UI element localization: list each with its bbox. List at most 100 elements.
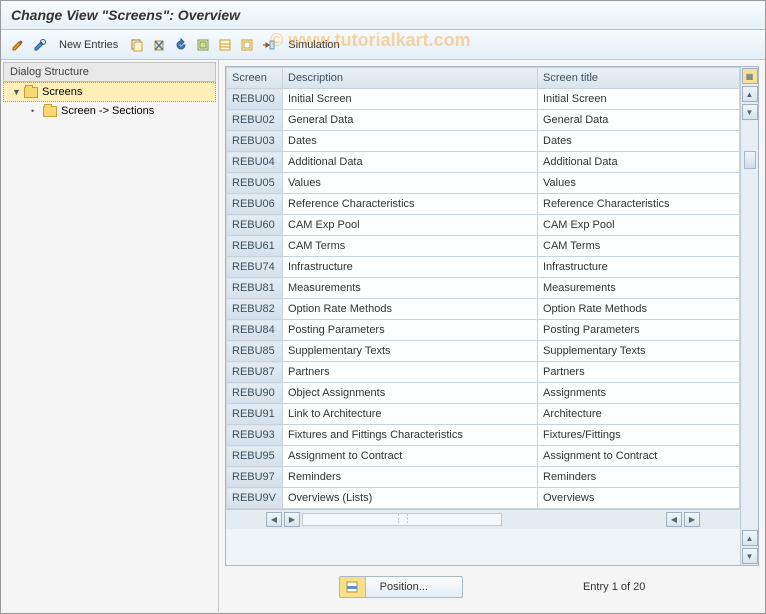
cell-description[interactable]: Reference Characteristics <box>283 194 538 215</box>
cell-description[interactable]: Partners <box>283 362 538 383</box>
tree-node-screen-sections[interactable]: • Screen -> Sections <box>3 102 216 120</box>
cell-description[interactable]: Additional Data <box>283 152 538 173</box>
table-row[interactable]: REBU81MeasurementsMeasurements <box>227 278 740 299</box>
table-row[interactable]: REBU00Initial ScreenInitial Screen <box>227 89 740 110</box>
cell-screen[interactable]: REBU85 <box>227 341 283 362</box>
table-row[interactable]: REBU85Supplementary TextsSupplementary T… <box>227 341 740 362</box>
cell-screen[interactable]: REBU05 <box>227 173 283 194</box>
scroll-up2-icon[interactable]: ▲ <box>742 530 758 546</box>
position-button[interactable]: Position... <box>339 576 463 598</box>
cell-screen[interactable]: REBU02 <box>227 110 283 131</box>
cell-description[interactable]: CAM Exp Pool <box>283 215 538 236</box>
cell-screen[interactable]: REBU04 <box>227 152 283 173</box>
scroll-first-icon[interactable]: ◀ <box>266 512 282 527</box>
table-row[interactable]: REBU02General DataGeneral Data <box>227 110 740 131</box>
cell-title[interactable]: CAM Exp Pool <box>538 215 740 236</box>
table-row[interactable]: REBU82Option Rate MethodsOption Rate Met… <box>227 299 740 320</box>
vscroll-thumb[interactable] <box>744 151 756 169</box>
cell-screen[interactable]: REBU74 <box>227 257 283 278</box>
cell-screen[interactable]: REBU81 <box>227 278 283 299</box>
scroll-last-icon[interactable]: ▶ <box>684 512 700 527</box>
table-row[interactable]: REBU74InfrastructureInfrastructure <box>227 257 740 278</box>
table-row[interactable]: REBU05ValuesValues <box>227 173 740 194</box>
cell-description[interactable]: Measurements <box>283 278 538 299</box>
cell-title[interactable]: Reference Characteristics <box>538 194 740 215</box>
select-block-icon[interactable] <box>216 36 234 54</box>
select-all-icon[interactable] <box>194 36 212 54</box>
cell-title[interactable]: Measurements <box>538 278 740 299</box>
cell-title[interactable]: Values <box>538 173 740 194</box>
scroll-down-icon[interactable]: ▼ <box>742 104 758 120</box>
deselect-all-icon[interactable] <box>238 36 256 54</box>
table-row[interactable]: REBU93Fixtures and Fittings Characterist… <box>227 425 740 446</box>
cell-description[interactable]: Infrastructure <box>283 257 538 278</box>
cell-description[interactable]: General Data <box>283 110 538 131</box>
col-header-screen-title[interactable]: Screen title <box>538 68 740 89</box>
table-row[interactable]: REBU60CAM Exp PoolCAM Exp Pool <box>227 215 740 236</box>
cell-screen[interactable]: REBU84 <box>227 320 283 341</box>
cell-description[interactable]: Object Assignments <box>283 383 538 404</box>
scroll-up-icon[interactable]: ▲ <box>742 86 758 102</box>
cell-screen[interactable]: REBU61 <box>227 236 283 257</box>
copy-as-icon[interactable] <box>128 36 146 54</box>
cell-screen[interactable]: REBU06 <box>227 194 283 215</box>
cell-description[interactable]: Link to Architecture <box>283 404 538 425</box>
cell-title[interactable]: Assignments <box>538 383 740 404</box>
cell-screen[interactable]: REBU60 <box>227 215 283 236</box>
simulation-button[interactable]: Simulation <box>288 39 339 51</box>
cell-title[interactable]: Infrastructure <box>538 257 740 278</box>
table-row[interactable]: REBU84Posting ParametersPosting Paramete… <box>227 320 740 341</box>
tree-node-screens[interactable]: ▼ Screens <box>3 82 216 102</box>
cell-screen[interactable]: REBU95 <box>227 446 283 467</box>
cell-title[interactable]: Assignment to Contract <box>538 446 740 467</box>
cell-screen[interactable]: REBU82 <box>227 299 283 320</box>
cell-screen[interactable]: REBU03 <box>227 131 283 152</box>
find-entry-icon[interactable] <box>31 36 49 54</box>
cell-description[interactable]: Fixtures and Fittings Characteristics <box>283 425 538 446</box>
col-header-description[interactable]: Description <box>283 68 538 89</box>
delete-icon[interactable] <box>150 36 168 54</box>
cell-description[interactable]: Assignment to Contract <box>283 446 538 467</box>
cell-title[interactable]: Architecture <box>538 404 740 425</box>
scroll-right-icon[interactable]: ◀ <box>666 512 682 527</box>
table-row[interactable]: REBU61CAM TermsCAM Terms <box>227 236 740 257</box>
table-row[interactable]: REBU87PartnersPartners <box>227 362 740 383</box>
undo-change-icon[interactable] <box>172 36 190 54</box>
table-row[interactable]: REBU03DatesDates <box>227 131 740 152</box>
col-header-screen[interactable]: Screen <box>227 68 283 89</box>
table-row[interactable]: REBU04Additional DataAdditional Data <box>227 152 740 173</box>
configure-icon[interactable] <box>260 36 278 54</box>
cell-description[interactable]: Option Rate Methods <box>283 299 538 320</box>
cell-title[interactable]: Additional Data <box>538 152 740 173</box>
cell-title[interactable]: Dates <box>538 131 740 152</box>
cell-title[interactable]: Overviews <box>538 488 740 509</box>
scroll-down2-icon[interactable]: ▼ <box>742 548 758 564</box>
screens-table[interactable]: Screen Description Screen title REBU00In… <box>226 67 740 509</box>
cell-title[interactable]: Supplementary Texts <box>538 341 740 362</box>
cell-title[interactable]: Partners <box>538 362 740 383</box>
table-row[interactable]: REBU90Object AssignmentsAssignments <box>227 383 740 404</box>
cell-description[interactable]: Posting Parameters <box>283 320 538 341</box>
vscroll-track[interactable] <box>743 121 757 529</box>
hscroll-track[interactable] <box>302 513 502 526</box>
cell-screen[interactable]: REBU90 <box>227 383 283 404</box>
cell-title[interactable]: General Data <box>538 110 740 131</box>
cell-description[interactable]: Initial Screen <box>283 89 538 110</box>
table-row[interactable]: REBU97RemindersReminders <box>227 467 740 488</box>
cell-screen[interactable]: REBU91 <box>227 404 283 425</box>
table-settings-icon[interactable]: ▦ <box>742 68 758 84</box>
cell-description[interactable]: Dates <box>283 131 538 152</box>
table-row[interactable]: REBU06Reference CharacteristicsReference… <box>227 194 740 215</box>
cell-description[interactable]: Supplementary Texts <box>283 341 538 362</box>
table-row[interactable]: REBU91Link to ArchitectureArchitecture <box>227 404 740 425</box>
cell-screen[interactable]: REBU93 <box>227 425 283 446</box>
cell-title[interactable]: Initial Screen <box>538 89 740 110</box>
horizontal-scrollbar[interactable]: ◀ ▶ ◀ ▶ <box>226 509 740 529</box>
toggle-display-change-icon[interactable] <box>9 36 27 54</box>
cell-screen[interactable]: REBU87 <box>227 362 283 383</box>
cell-screen[interactable]: REBU97 <box>227 467 283 488</box>
vertical-scrollbar[interactable]: ▦ ▲ ▼ ▲ ▼ <box>740 67 758 565</box>
scroll-left-icon[interactable]: ▶ <box>284 512 300 527</box>
cell-title[interactable]: Fixtures/Fittings <box>538 425 740 446</box>
cell-description[interactable]: Values <box>283 173 538 194</box>
